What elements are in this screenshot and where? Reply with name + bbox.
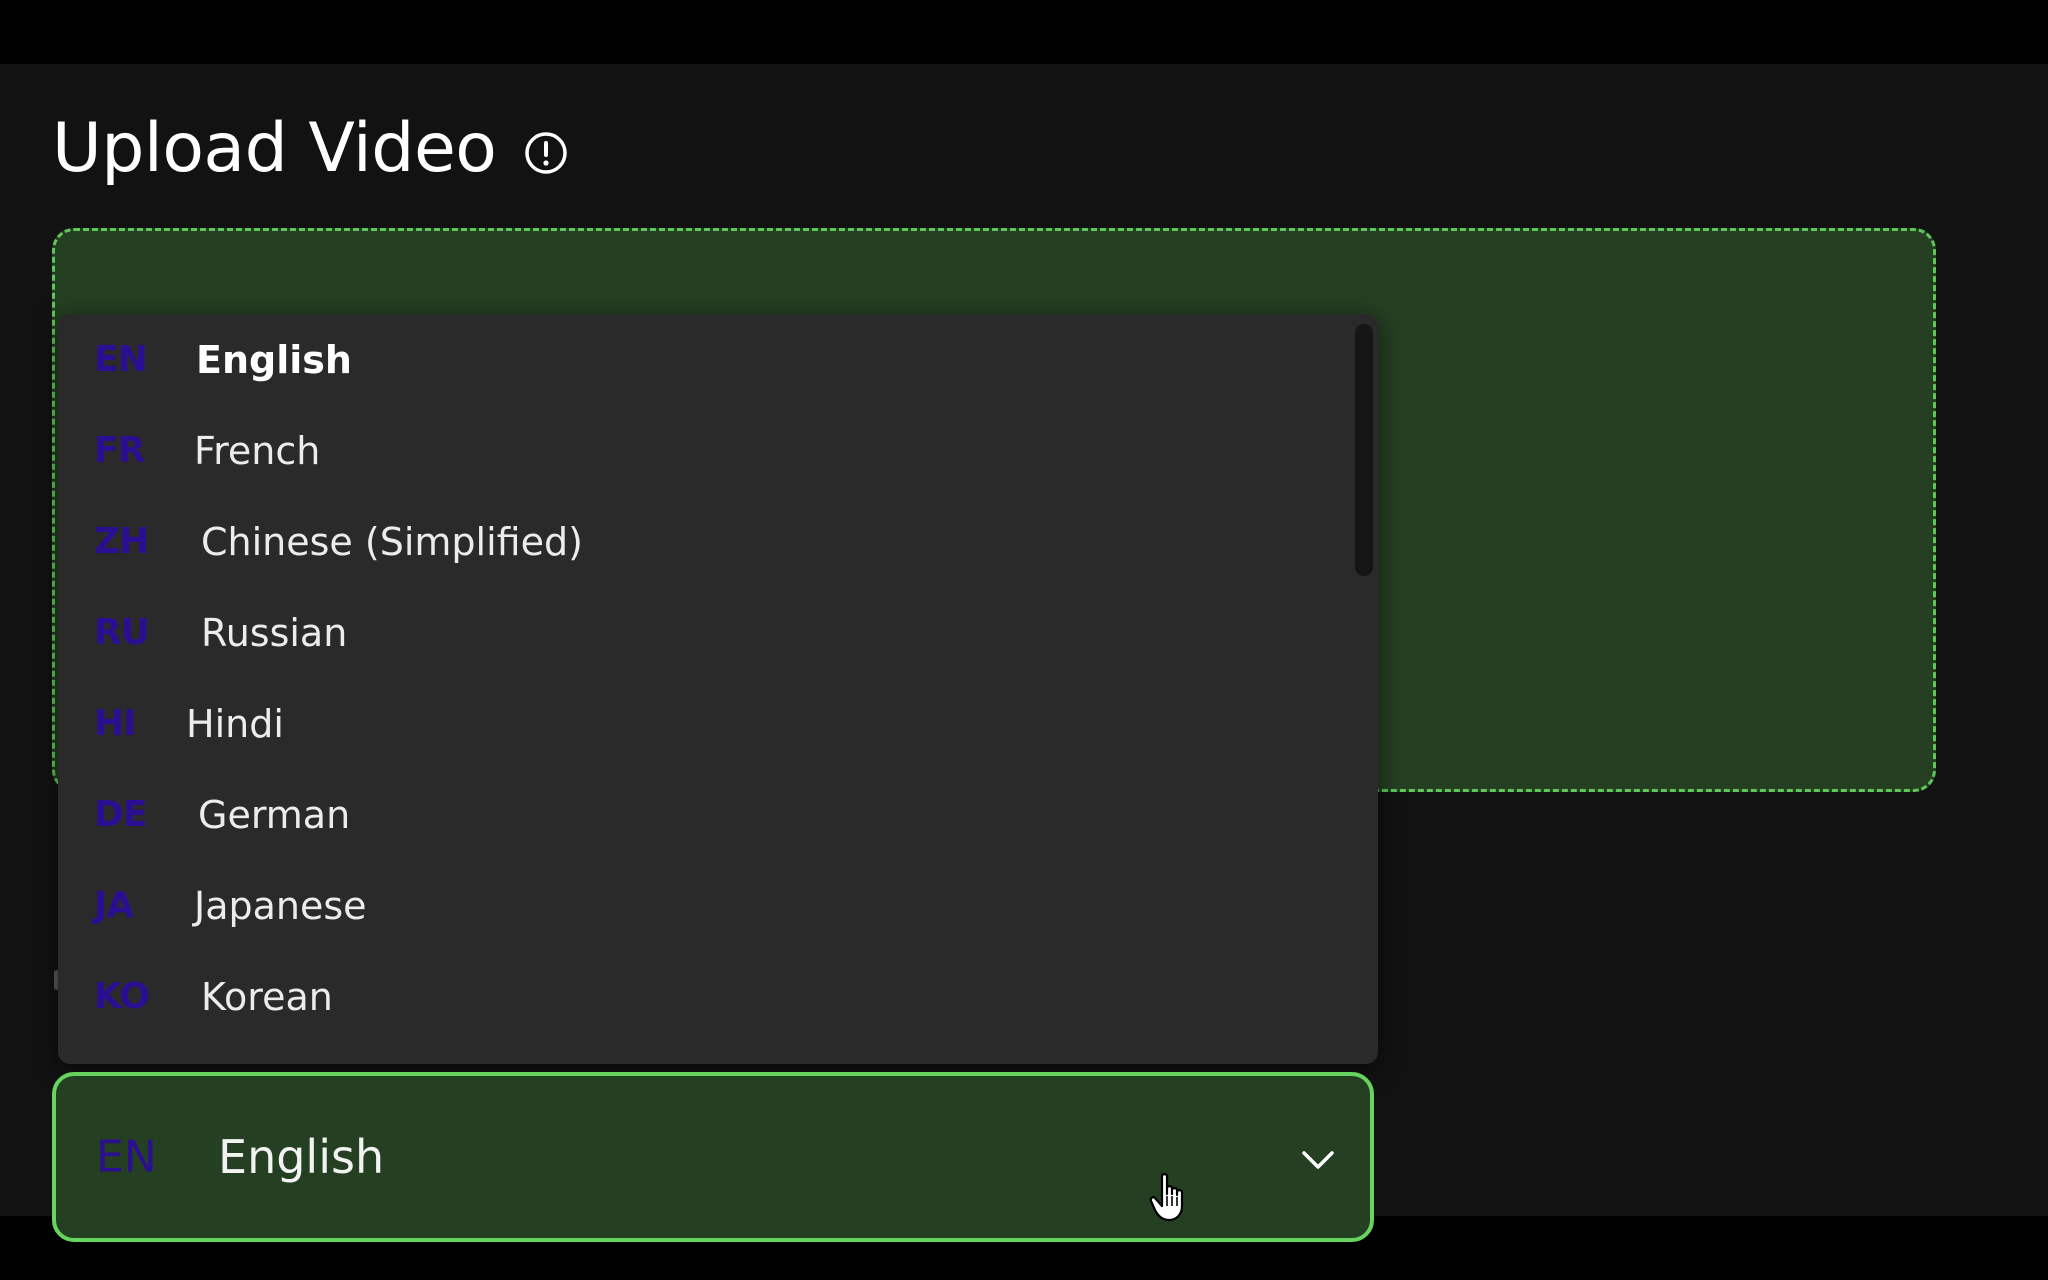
language-name: German <box>198 792 351 837</box>
selected-language-code: EN <box>96 1131 157 1183</box>
language-name: Hindi <box>186 701 284 746</box>
language-code: JA <box>94 885 134 926</box>
page-title: Upload Video <box>52 109 497 188</box>
language-name: Japanese <box>194 883 367 928</box>
language-code: KO <box>94 976 150 1017</box>
language-name: English <box>196 337 352 382</box>
language-option-korean[interactable]: KO Korean <box>58 951 1358 1042</box>
language-option-german[interactable]: DE German <box>58 769 1358 860</box>
language-code: HI <box>94 703 137 744</box>
language-code: EN <box>94 339 148 380</box>
language-option-russian[interactable]: RU Russian <box>58 587 1358 678</box>
language-name: Chinese (Simplified) <box>201 519 583 564</box>
screen-frame: Upload Video EN English FR French ZH Chi… <box>0 0 2048 1280</box>
language-code: DE <box>94 794 147 835</box>
language-option-hindi[interactable]: HI Hindi <box>58 678 1358 769</box>
dropdown-scrollbar[interactable] <box>1355 324 1373 576</box>
language-option-french[interactable]: FR French <box>58 405 1358 496</box>
language-dropdown-menu[interactable]: EN English FR French ZH Chinese (Simplif… <box>58 314 1378 1064</box>
language-code: ZH <box>94 521 149 562</box>
language-code: FR <box>94 430 145 471</box>
upload-video-page: Upload Video EN English FR French ZH Chi… <box>0 64 2048 1242</box>
header: Upload Video <box>52 104 570 194</box>
language-option-chinese-simplified[interactable]: ZH Chinese (Simplified) <box>58 496 1358 587</box>
language-name: Russian <box>201 610 348 655</box>
language-option-english[interactable]: EN English <box>58 314 1358 405</box>
language-option-japanese[interactable]: JA Japanese <box>58 860 1358 951</box>
language-name: French <box>194 428 321 473</box>
info-circle-icon[interactable] <box>522 129 570 177</box>
language-name: Korean <box>201 974 333 1019</box>
selected-language-value: English <box>218 1130 385 1184</box>
language-code: RU <box>94 612 150 653</box>
hand-cursor-icon <box>1149 1173 1184 1222</box>
chevron-down-icon[interactable] <box>1300 1148 1336 1172</box>
